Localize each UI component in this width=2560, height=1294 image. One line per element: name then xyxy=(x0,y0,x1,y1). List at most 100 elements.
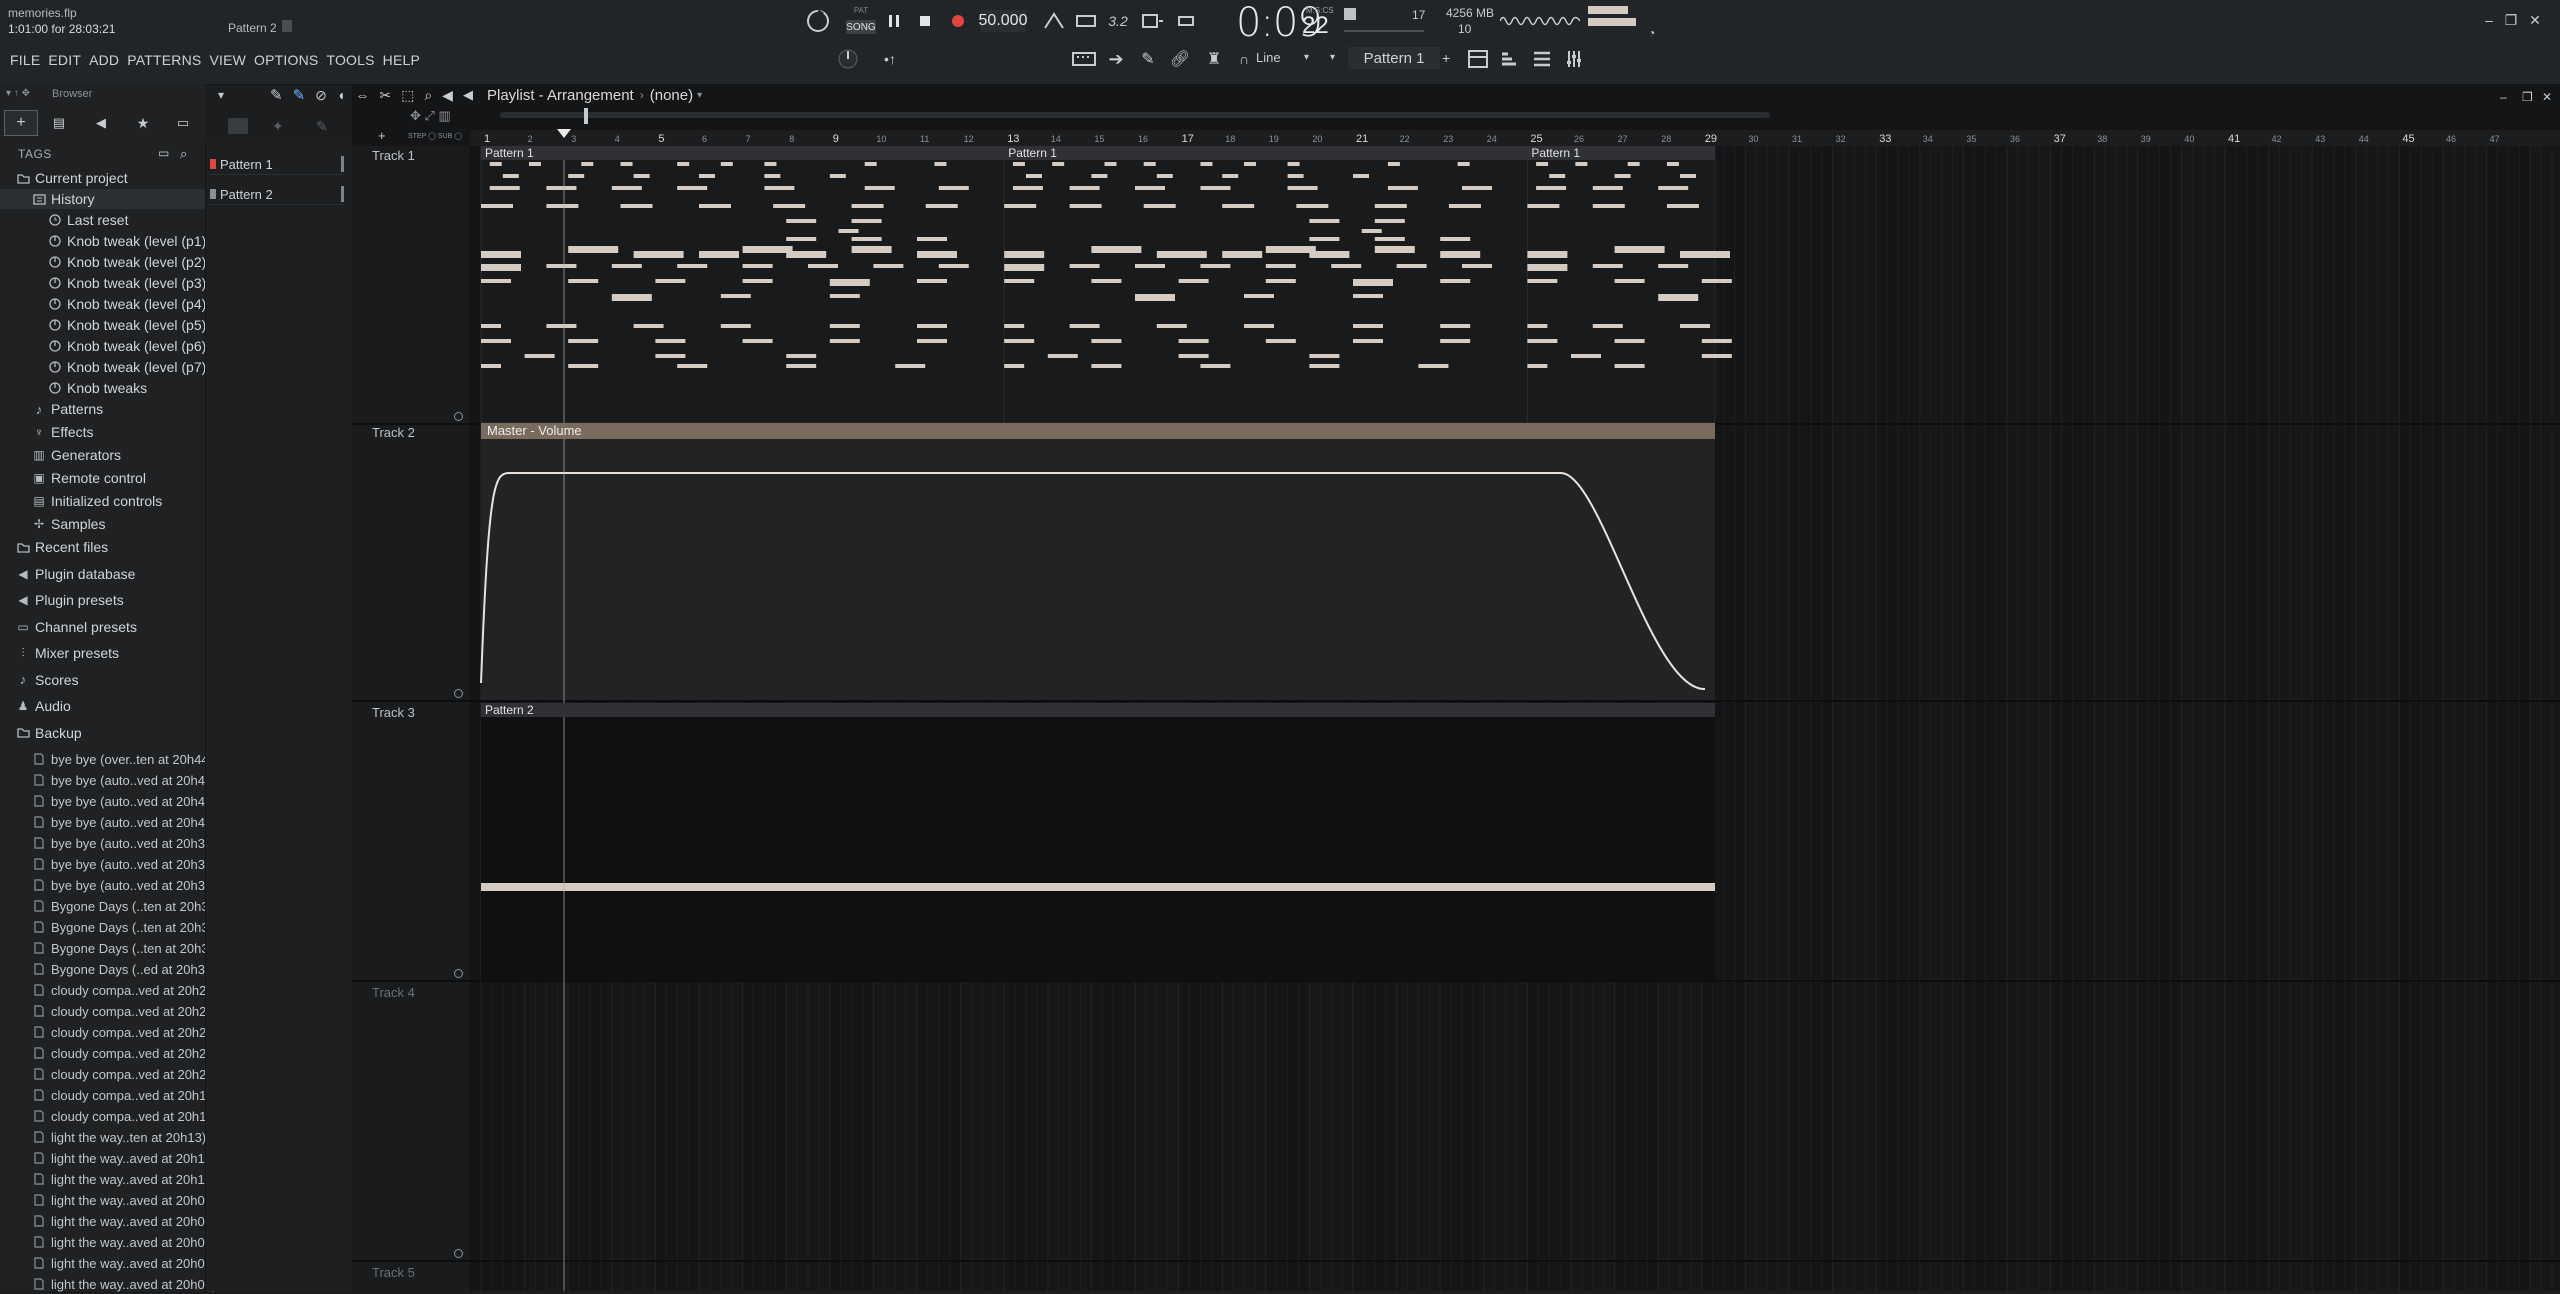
step-edit-icon[interactable] xyxy=(1138,8,1166,34)
browser-item-light-the-way-aved-at-20h08[interactable]: light the way..aved at 20h08) xyxy=(0,1211,232,1231)
browser-item-bygone-days-ten-at-20h33[interactable]: Bygone Days (..ten at 20h33) xyxy=(0,917,232,937)
browser-item-audio[interactable]: ♟ Audio xyxy=(0,696,216,716)
master-pitch-knob[interactable] xyxy=(834,46,862,72)
slip-icon[interactable]: ⇔ xyxy=(355,87,369,103)
mute-icon[interactable]: ◖ xyxy=(337,87,345,103)
menu-patterns[interactable]: PATTERNS xyxy=(123,50,205,70)
browser-item-cloudy-compa-ved-at-20h24[interactable]: cloudy compa..ved at 20h24) xyxy=(0,1022,232,1042)
play-arrow-icon[interactable]: ◀ xyxy=(463,87,473,103)
close-icon[interactable]: ✕ xyxy=(2526,12,2544,29)
playlist-close-icon[interactable]: ✕ xyxy=(2542,90,2552,104)
browser-item-cloudy-compa-ved-at-20h26[interactable]: cloudy compa..ved at 20h26) xyxy=(0,980,232,1000)
track-label-5[interactable]: Track 5 xyxy=(372,1265,415,1280)
zoom-icon[interactable]: ⌕ xyxy=(424,87,432,104)
browser-item-bye-bye-auto-ved-at-20h40[interactable]: bye bye (auto..ved at 20h40) xyxy=(0,812,232,832)
playlist-view-icon[interactable] xyxy=(1464,46,1492,72)
select-icon[interactable]: ⬚ xyxy=(401,87,414,104)
browser-item-initialized-controls[interactable]: ▤ Initialized controls xyxy=(0,491,232,511)
menu-options[interactable]: OPTIONS xyxy=(250,50,322,70)
menu-file[interactable]: FILE xyxy=(6,50,44,70)
track-label-3[interactable]: Track 3 xyxy=(372,705,415,720)
browser-item-cloudy-compa-ved-at-20h15[interactable]: cloudy compa..ved at 20h15) xyxy=(0,1106,232,1126)
browser-item-effects[interactable]: ♆ Effects xyxy=(0,422,232,442)
browser-item-cloudy-compa-ved-at-20h25[interactable]: cloudy compa..ved at 20h25) xyxy=(0,1001,232,1021)
track-enable-icon[interactable] xyxy=(454,689,463,698)
browser-favorites-icon[interactable]: ★ xyxy=(126,110,160,136)
stop-button[interactable] xyxy=(911,8,939,34)
browser-item-scores[interactable]: ♪ Scores xyxy=(0,670,216,690)
typing-keyboard-icon[interactable] xyxy=(1070,46,1098,72)
track-label-2[interactable]: Track 2 xyxy=(372,425,415,440)
browser-item-bye-bye-auto-ved-at-20h37[interactable]: bye bye (auto..ved at 20h37) xyxy=(0,854,232,874)
playlist-grid[interactable] xyxy=(471,146,2560,1291)
menu-tools[interactable]: TOOLS xyxy=(322,50,378,70)
browser-item-cloudy-compa-ved-at-20h22[interactable]: cloudy compa..ved at 20h22) xyxy=(0,1043,232,1063)
browser-project-icon[interactable]: ▤ xyxy=(42,110,76,136)
browser-item-recent-files[interactable]: Recent files xyxy=(0,537,216,557)
time-ruler[interactable]: 1 2 3 4 5 6 7 8 9 10 11 12 13 14 15 16 17 18 19 20 21 22 23 24 2… xyxy=(470,130,2560,146)
record-button[interactable] xyxy=(944,8,972,34)
metronome-icon[interactable] xyxy=(1040,8,1068,34)
browser-folder-icon[interactable]: ▭ xyxy=(166,110,200,136)
delete-icon[interactable]: ⊘ xyxy=(315,87,327,104)
scrollbar-handle[interactable] xyxy=(584,108,588,124)
track-label-1[interactable]: Track 1 xyxy=(372,148,415,163)
browser-item-mixer-presets[interactable]: ⫶ Mixer presets xyxy=(0,643,216,663)
browser-item-light-the-way-aved-at-20h02[interactable]: light the way..aved at 20h02) xyxy=(0,1274,232,1294)
snap-value[interactable]: Line xyxy=(1256,50,1281,65)
clip-selector-dropdown-icon[interactable]: ▾ xyxy=(697,90,702,101)
slice-icon[interactable]: ✂ xyxy=(379,87,391,104)
horizontal-scrollbar[interactable] xyxy=(500,112,1770,118)
track-label-4[interactable]: Track 4 xyxy=(372,985,415,1000)
track-enable-icon[interactable] xyxy=(454,1249,463,1258)
browser-item-remote-control[interactable]: ▣ Remote control xyxy=(0,468,232,488)
browser-item-bye-bye-auto-ved-at-20h39[interactable]: bye bye (auto..ved at 20h39) xyxy=(0,833,232,853)
browser-item-light-the-way-aved-at-20h10[interactable]: light the way..aved at 20h10) xyxy=(0,1169,232,1189)
browser-item-samples[interactable]: ✢ Samples xyxy=(0,514,232,534)
current-pattern-label[interactable]: Pattern 2 xyxy=(228,21,277,35)
picker-split-icon[interactable]: ✦ xyxy=(272,118,284,135)
picker-pattern-icon[interactable] xyxy=(228,118,248,134)
pattern-dropdown-icon[interactable]: ▾ xyxy=(1330,52,1335,63)
tempo-display[interactable]: 50.000 xyxy=(979,10,1027,32)
pat-mode-label[interactable]: PAT xyxy=(846,6,876,15)
playlist-restore-icon[interactable]: ❐ xyxy=(2522,90,2533,104)
picker-edit-icon[interactable]: ✎ xyxy=(316,118,328,135)
browser-item-generators[interactable]: ▥ Generators xyxy=(0,445,232,465)
browser-menu-icon[interactable]: ▾ ↑ ✥ xyxy=(6,88,30,99)
paint-icon[interactable]: ✎ xyxy=(293,86,306,104)
snap-dropdown-icon[interactable]: ▾ xyxy=(1304,52,1309,63)
menu-view[interactable]: VIEW xyxy=(205,50,250,70)
clip-selector[interactable]: (none) xyxy=(650,87,693,104)
snap-magnet-icon[interactable]: ♜ xyxy=(1200,46,1228,72)
browser-item-backup[interactable]: Backup xyxy=(0,723,216,743)
minimize-icon[interactable]: – xyxy=(2480,12,2498,28)
loop-icon[interactable] xyxy=(1172,8,1200,34)
playlist-menu-icon[interactable]: ▾ xyxy=(218,88,224,102)
piano-roll-icon[interactable] xyxy=(1496,46,1524,72)
browser-item-bye-bye-auto-ved-at-20h41[interactable]: bye bye (auto..ved at 20h41) xyxy=(0,791,232,811)
pattern-clip-header[interactable]: Pattern 1 xyxy=(1004,146,1528,160)
song-position-ticks[interactable]: 22 xyxy=(1302,12,1329,40)
browser-all-icon[interactable]: + xyxy=(4,110,38,136)
pattern-grip-icon[interactable] xyxy=(282,20,292,32)
browser-item-bygone-days-ten-at-20h31[interactable]: Bygone Days (..ten at 20h31) xyxy=(0,938,232,958)
playback-icon[interactable]: ◀ xyxy=(442,87,453,104)
browser-item-light-the-way-aved-at-20h12[interactable]: light the way..aved at 20h12) xyxy=(0,1148,232,1168)
browser-item-patterns[interactable]: ♪ Patterns xyxy=(0,399,232,419)
browser-item-light-the-way-ten-at-20h13[interactable]: light the way..ten at 20h13) xyxy=(0,1127,232,1147)
pause-button[interactable] xyxy=(880,8,908,34)
playhead-marker[interactable] xyxy=(557,129,571,138)
loop-record-icon[interactable] xyxy=(804,8,832,34)
wait-input-icon[interactable] xyxy=(1072,8,1100,34)
browser-item-light-the-way-aved-at-20h09[interactable]: light the way..aved at 20h09) xyxy=(0,1190,232,1210)
channel-rack-icon[interactable] xyxy=(1528,46,1556,72)
snap-icon[interactable]: ∩ xyxy=(1230,46,1258,72)
online-icon[interactable]: ◔ xyxy=(1648,26,1655,40)
menu-edit[interactable]: EDIT xyxy=(44,50,85,70)
pattern-selector[interactable]: Pattern 1 xyxy=(1348,47,1440,69)
menu-help[interactable]: HELP xyxy=(379,50,424,70)
link-icon[interactable]: 🔗︎ xyxy=(1166,46,1194,72)
browser-item-bygone-days-ten-at-20h34[interactable]: Bygone Days (..ten at 20h34) xyxy=(0,896,232,916)
arrow-right-icon[interactable]: ➔ xyxy=(1102,46,1130,72)
